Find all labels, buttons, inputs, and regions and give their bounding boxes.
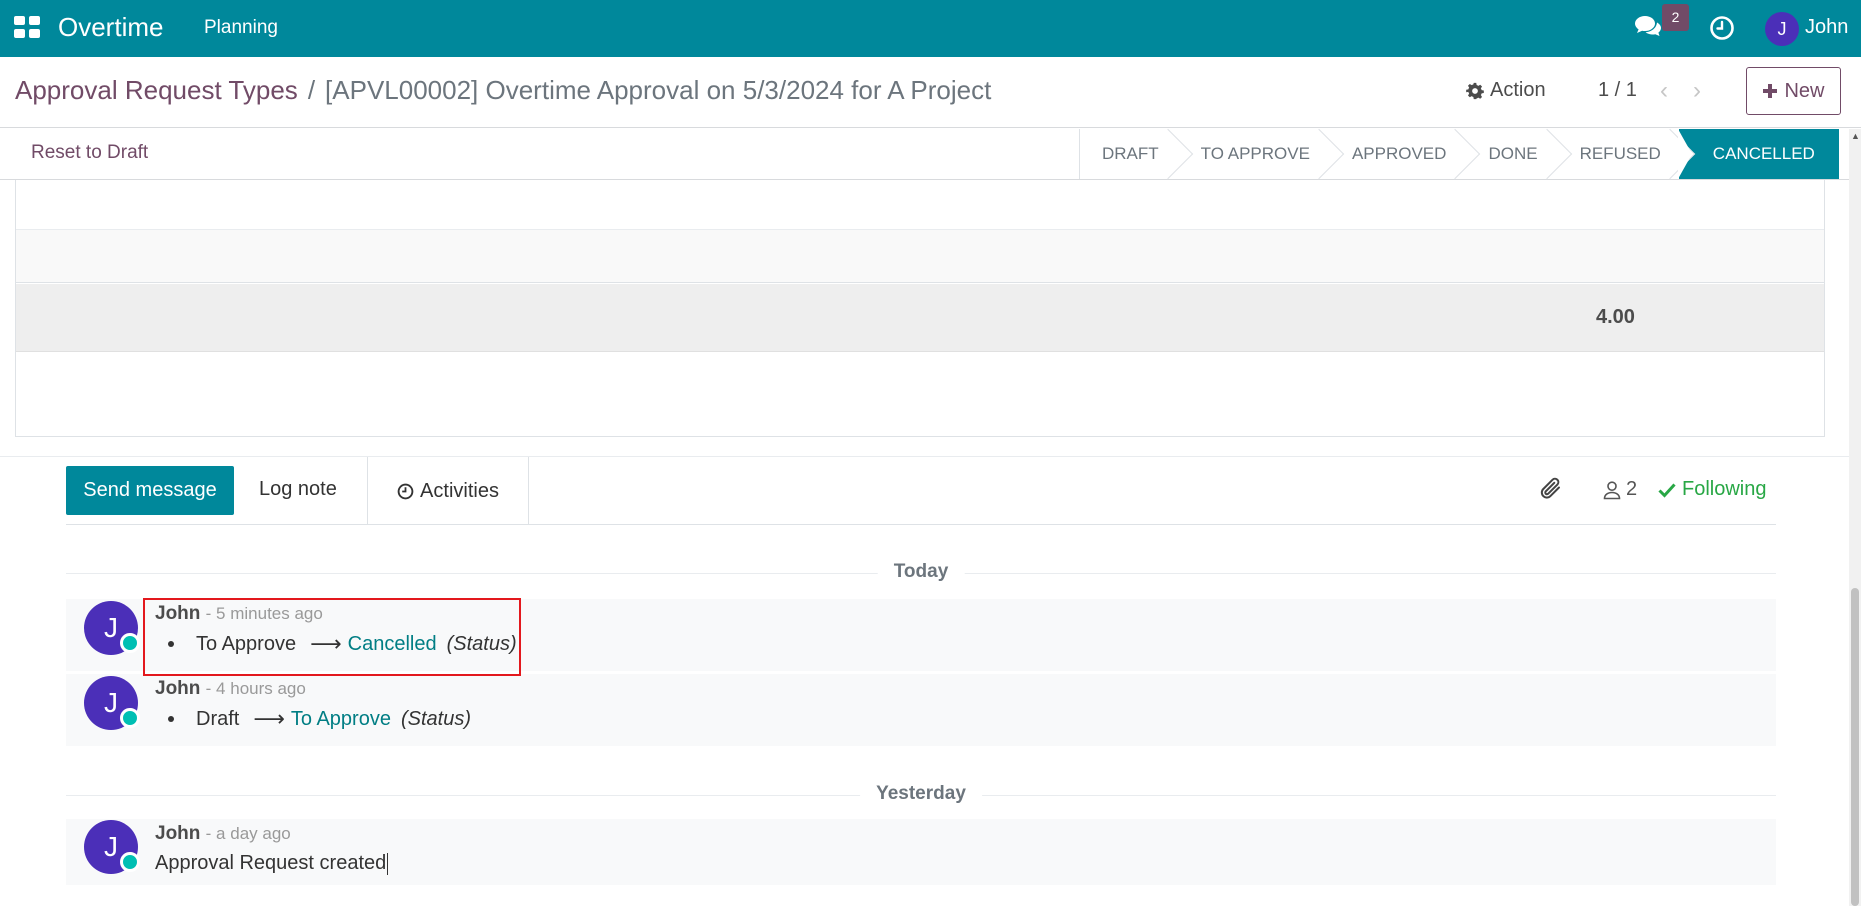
breadcrumb-separator: / (307, 75, 316, 105)
date-separator-today: Today (66, 561, 1776, 585)
form-sheet: 4.00 (15, 180, 1825, 437)
old-value: Draft (196, 707, 240, 730)
message-body-text: Approval Request created (155, 852, 387, 874)
user-menu-name[interactable]: John (1805, 16, 1848, 39)
log-note-button[interactable]: Log note (259, 478, 337, 501)
chatter-toolbar: Send message Log note Activities 2 Follo… (66, 457, 1776, 525)
breadcrumb-current-record: [APVL00002] Overtime Approval on 5/3/202… (325, 75, 992, 105)
table-row (16, 180, 1824, 230)
new-value: To Approve (290, 707, 391, 730)
plus-icon (1763, 84, 1778, 98)
date-separator-yesterday: Yesterday (66, 783, 1776, 807)
chatter-divider (0, 456, 1849, 457)
table-row (16, 230, 1824, 283)
table-total-row: 4.00 (16, 284, 1824, 352)
tracked-field: (Status) (400, 707, 471, 730)
scrollbar-thumb[interactable] (1851, 588, 1859, 906)
message-author: John - 4 hours ago (155, 678, 306, 700)
new-label: New (1784, 79, 1825, 102)
date-label: Today (877, 561, 965, 583)
activities-button[interactable]: Activities (367, 457, 529, 525)
message-item: J John - 4 hours ago Draft ⟶ To Approve … (66, 674, 1776, 746)
message-item: J John - a day ago Approval Request crea… (66, 819, 1776, 885)
message-author: John - a day ago (155, 823, 291, 845)
scroll-up-arrow-icon[interactable]: ▲ (1851, 131, 1860, 141)
reset-to-draft-button[interactable]: Reset to Draft (31, 142, 148, 164)
stage-label: REFUSED (1579, 144, 1661, 163)
message-time: - 4 hours ago (205, 679, 306, 698)
message-time: - a day ago (205, 824, 291, 843)
new-record-button[interactable]: New (1746, 67, 1841, 115)
stage-cancelled-active[interactable]: CANCELLED (1677, 129, 1839, 179)
stage-label: CANCELLED (1712, 144, 1815, 163)
user-avatar[interactable]: J (1765, 12, 1799, 46)
clock-icon (397, 483, 414, 499)
pager-value[interactable]: 1 / 1 (1598, 79, 1637, 102)
paperclip-icon[interactable] (1539, 475, 1565, 503)
send-message-button[interactable]: Send message (66, 466, 234, 515)
followers-count: 2 (1626, 478, 1638, 500)
chat-icon[interactable] (1634, 14, 1662, 38)
stage-pipeline: DRAFT TO APPROVE APPROVED DONE REFUSED C… (1079, 129, 1839, 179)
stage-approved[interactable]: APPROVED (1327, 129, 1465, 179)
tracking-value: Draft ⟶ To Approve (Status) (155, 706, 471, 732)
breadcrumb: Approval Request Types / [APVL00002] Overt… (15, 75, 991, 106)
user-icon (1603, 480, 1621, 499)
following-button[interactable]: Following (1658, 478, 1766, 501)
online-status-icon (120, 852, 140, 872)
breadcrumb-parent-link[interactable]: Approval Request Types (15, 75, 298, 105)
date-label: Yesterday (860, 783, 982, 805)
online-status-icon (120, 708, 140, 728)
online-status-icon (120, 633, 140, 653)
pager-next-icon[interactable]: › (1693, 77, 1701, 105)
highlight-box (143, 598, 521, 676)
pager-previous-icon[interactable]: ‹ (1660, 77, 1668, 105)
apps-menu-icon[interactable] (14, 16, 40, 38)
stage-to-approve[interactable]: TO APPROVE (1176, 129, 1328, 179)
stage-refused[interactable]: REFUSED (1555, 129, 1679, 179)
action-menu-button[interactable]: Action (1466, 79, 1546, 102)
message-body: Approval Request created (155, 852, 389, 875)
author-name[interactable]: John (155, 823, 200, 844)
status-bar: Reset to Draft DRAFT TO APPROVE APPROVED… (0, 129, 1861, 180)
control-panel: Approval Request Types / [APVL00002] Overt… (0, 57, 1861, 128)
menu-item-planning[interactable]: Planning (204, 17, 278, 39)
total-value: 4.00 (1596, 306, 1635, 328)
activity-clock-icon[interactable] (1709, 15, 1735, 41)
stage-label: APPROVED (1351, 144, 1447, 163)
stage-label: DRAFT (1102, 144, 1159, 163)
author-name[interactable]: John (155, 678, 200, 699)
app-name[interactable]: Overtime (58, 12, 163, 43)
arrow-right-icon: ⟶ (253, 706, 285, 731)
action-label: Action (1490, 79, 1546, 101)
followers-button[interactable]: 2 (1602, 478, 1637, 501)
text-cursor (387, 852, 389, 875)
following-label: Following (1682, 478, 1767, 500)
chat-unread-badge: 2 (1662, 4, 1689, 31)
top-navbar: Overtime Planning 2 J John (0, 0, 1861, 57)
stage-draft[interactable]: DRAFT (1080, 129, 1177, 179)
activities-label: Activities (420, 479, 499, 502)
gear-icon (1466, 82, 1484, 99)
check-icon (1658, 482, 1676, 498)
stage-label: TO APPROVE (1200, 144, 1310, 163)
stage-label: DONE (1488, 144, 1538, 163)
